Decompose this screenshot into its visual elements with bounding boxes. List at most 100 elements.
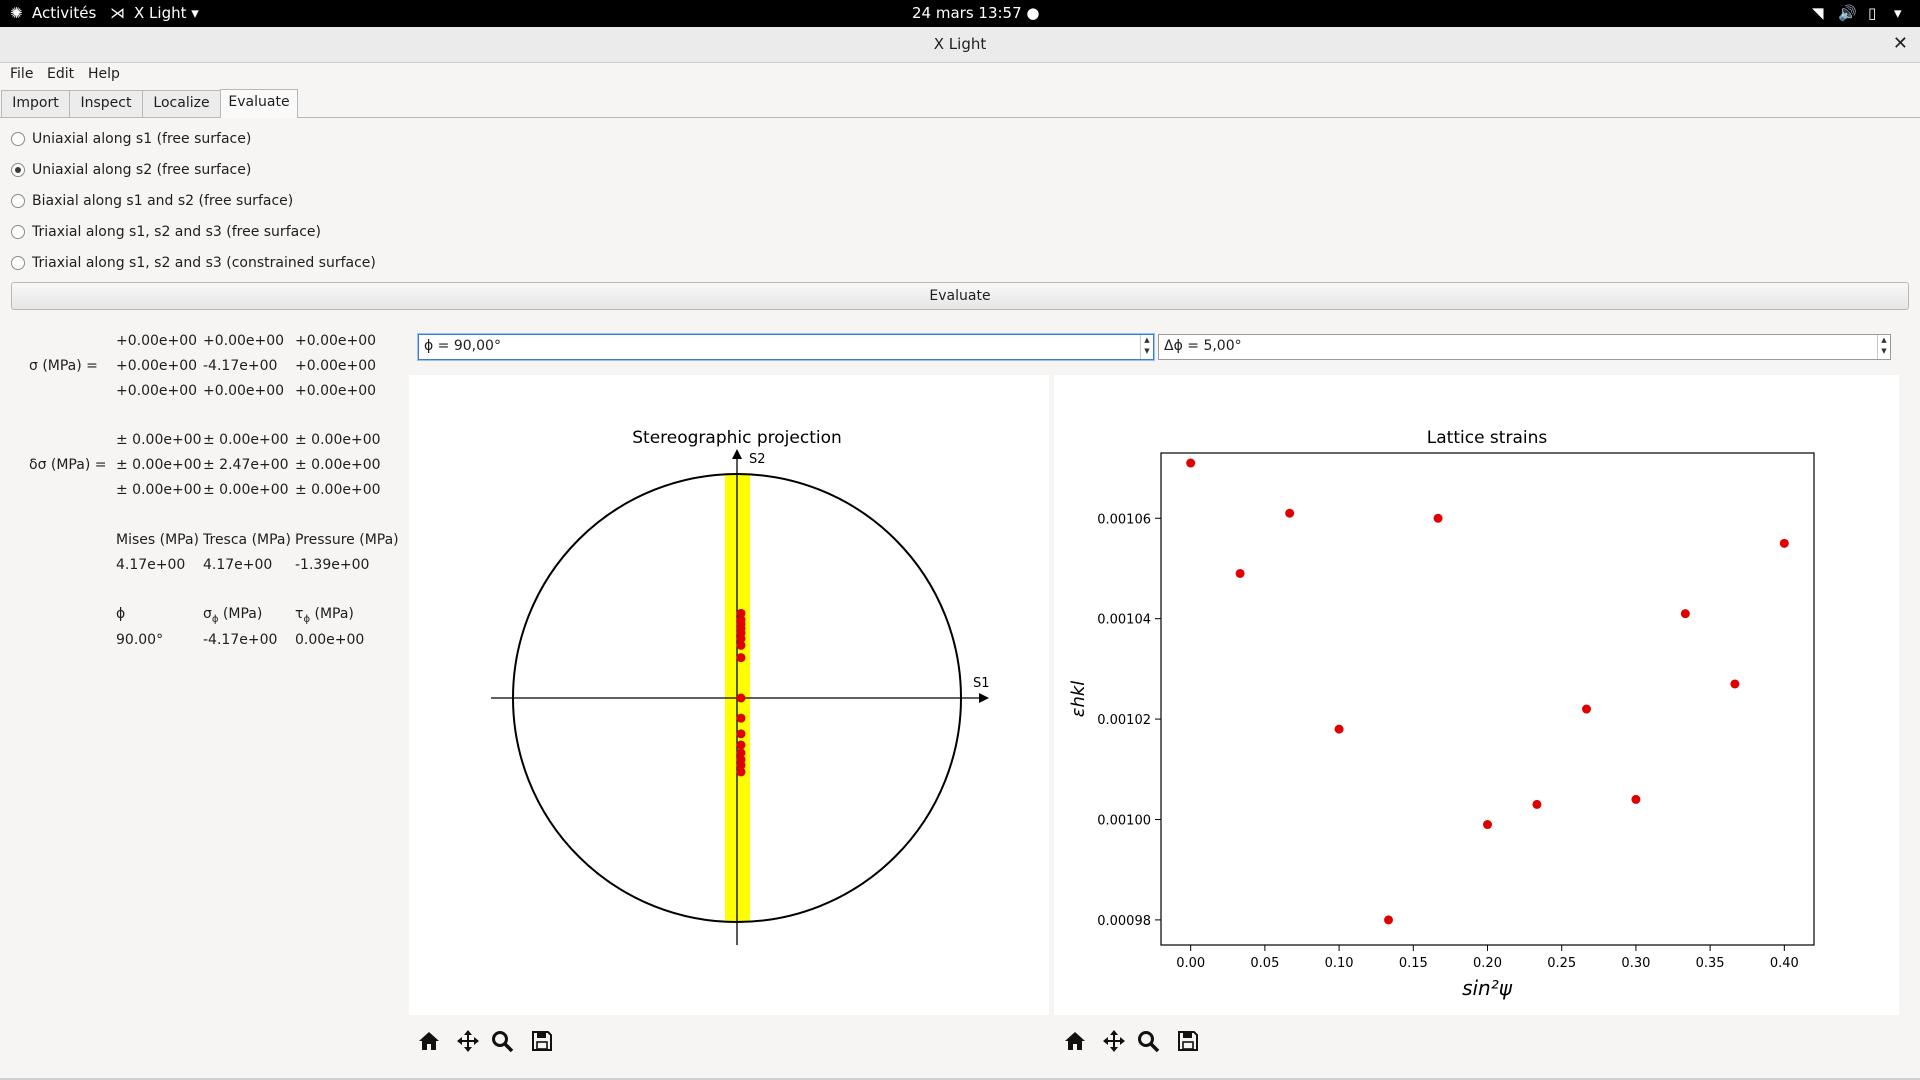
radio-button[interactable]	[11, 132, 25, 146]
dsigma-cell: ± 0.00e+00	[203, 432, 289, 448]
sigma-phi-value: -4.17e+00	[203, 632, 278, 648]
x-tick-label: 0.00	[1176, 956, 1205, 971]
mises-header: Mises (MPa)	[116, 532, 200, 548]
pressure-value: -1.39e+00	[295, 557, 370, 573]
window-title-bar: X Light ✕	[0, 27, 1920, 63]
sigma-cell: +0.00e+00	[203, 333, 285, 349]
spin-arrows-icon[interactable]: ▲ ▼	[1877, 335, 1890, 359]
y-tick-label: 0.00102	[1097, 713, 1151, 728]
data-point	[1186, 458, 1196, 468]
volume-icon[interactable]: 🔊	[1838, 4, 1857, 22]
s2-arrow-icon	[732, 449, 742, 459]
x-axis-ticks: 0.00 0.05 0.10 0.15 0.20 0.25 0.30 0.35 0.40	[1176, 945, 1799, 971]
dsigma-cell: ± 0.00e+00	[116, 457, 202, 473]
stereo-point	[736, 693, 746, 703]
tab-import[interactable]: Import	[1, 90, 70, 117]
option-triaxial-free[interactable]: Triaxial along s1, s2 and s3 (free surfa…	[11, 221, 321, 243]
pan-icon[interactable]	[455, 1028, 481, 1054]
phi-spinbox[interactable]: ϕ = 90,00° ▲ ▼	[418, 334, 1154, 360]
dsigma-cell: ± 2.47e+00	[203, 457, 289, 473]
stereo-point	[736, 640, 746, 650]
stereo-point	[736, 729, 746, 739]
option-biaxial[interactable]: Biaxial along s1 and s2 (free surface)	[11, 190, 293, 212]
lattice-strains-chart: Lattice strains 0.00 0.05 0.10 0.15 0.20 0.25…	[1068, 428, 1815, 1000]
y-tick-label: 0.00098	[1097, 914, 1151, 929]
system-menu-chevron-icon[interactable]: ▾	[1894, 4, 1902, 22]
spin-arrows-icon[interactable]: ▲ ▼	[1140, 335, 1153, 359]
data-point	[1680, 609, 1690, 619]
tresca-value: 4.17e+00	[203, 557, 273, 573]
s2-label: S2	[749, 452, 766, 467]
y-tick-label: 0.00104	[1097, 613, 1151, 628]
zoom-icon[interactable]	[489, 1028, 515, 1054]
stereo-point	[736, 740, 746, 750]
menu-file[interactable]: File	[10, 66, 33, 82]
data-point	[1631, 794, 1641, 804]
dsigma-cell: ± 0.00e+00	[116, 432, 202, 448]
x-axis-label: sin²ψ	[1462, 976, 1513, 1000]
evaluate-button[interactable]: Evaluate	[11, 282, 1909, 310]
zoom-icon[interactable]	[1135, 1028, 1161, 1054]
radio-button[interactable]	[11, 225, 25, 239]
x-tick-label: 0.20	[1473, 956, 1502, 971]
dsigma-label: δσ (MPa) =	[29, 457, 107, 473]
option-triaxial-constrained[interactable]: Triaxial along s1, s2 and s3 (constraine…	[11, 252, 376, 274]
dphi-spinbox[interactable]: Δϕ = 5,00° ▲ ▼	[1158, 334, 1891, 360]
radio-button[interactable]	[11, 256, 25, 270]
y-axis-ticks: 0.00098 0.00100 0.00102 0.00104 0.00106	[1097, 512, 1161, 929]
x-tick-label: 0.05	[1250, 956, 1279, 971]
tau-phi-header: τϕ (MPa)	[295, 606, 354, 625]
tab-evaluate[interactable]: Evaluate	[220, 89, 298, 118]
sigma-cell: -4.17e+00	[203, 358, 278, 374]
wifi-icon[interactable]: ◥	[1812, 4, 1824, 22]
activities-button[interactable]: Activités	[32, 4, 96, 22]
x-tick-label: 0.25	[1547, 956, 1576, 971]
option-uniaxial-s1[interactable]: Uniaxial along s1 (free surface)	[11, 128, 251, 150]
data-point	[1483, 820, 1492, 830]
tab-inspect[interactable]: Inspect	[69, 90, 143, 117]
battery-icon[interactable]: ▯	[1868, 4, 1876, 22]
tab-localize[interactable]: Localize	[142, 90, 221, 117]
data-point	[1334, 724, 1344, 734]
chart-title: Lattice strains	[1427, 428, 1548, 448]
y-tick-label: 0.00100	[1097, 813, 1151, 828]
activities-icon: ✺	[10, 4, 23, 22]
menu-help[interactable]: Help	[88, 66, 120, 82]
pressure-header: Pressure (MPa)	[295, 532, 399, 548]
sigma-cell: +0.00e+00	[295, 383, 377, 399]
data-point	[1730, 679, 1740, 689]
option-uniaxial-s2[interactable]: Uniaxial along s2 (free surface)	[11, 159, 251, 181]
app-icon: ⋊	[110, 4, 125, 22]
save-icon[interactable]	[1175, 1028, 1201, 1054]
stereo-canvas[interactable]: Stereographic projection S1 S2	[409, 375, 1049, 1015]
clock[interactable]: 24 mars 13:57 ●	[912, 4, 1040, 22]
lattice-canvas[interactable]: Lattice strains 0.00 0.05 0.10 0.15 0.20 0.25…	[1054, 375, 1899, 1015]
option-label: Triaxial along s1, s2 and s3 (constraine…	[32, 255, 376, 271]
sigma-cell: +0.00e+00	[295, 333, 377, 349]
sigma-cell: +0.00e+00	[116, 333, 198, 349]
data-point	[1235, 568, 1245, 578]
close-icon[interactable]: ✕	[1893, 33, 1908, 54]
stereo-point	[736, 653, 746, 663]
menu-bar: File Edit Help	[0, 63, 1920, 88]
home-icon[interactable]	[1062, 1028, 1088, 1054]
sigma-phi-header: σϕ (MPa)	[203, 606, 263, 625]
data-point	[1581, 704, 1591, 714]
data-point	[1532, 799, 1542, 809]
save-icon[interactable]	[529, 1028, 555, 1054]
pan-icon[interactable]	[1101, 1028, 1127, 1054]
radio-button[interactable]	[11, 194, 25, 208]
stereo-title: Stereographic projection	[632, 428, 842, 448]
radio-button[interactable]	[11, 163, 25, 177]
data-point	[1384, 915, 1394, 925]
scatter-points	[1186, 458, 1789, 925]
option-label: Uniaxial along s1 (free surface)	[32, 131, 252, 147]
x-tick-label: 0.15	[1399, 956, 1428, 971]
menu-edit[interactable]: Edit	[47, 66, 74, 82]
s1-arrow-icon	[979, 693, 989, 703]
data-point	[1433, 513, 1443, 523]
s1-label: S1	[973, 676, 990, 691]
home-icon[interactable]	[416, 1028, 442, 1054]
app-menu-button[interactable]: X Light ▾	[134, 4, 199, 22]
dsigma-cell: ± 0.00e+00	[116, 482, 202, 498]
